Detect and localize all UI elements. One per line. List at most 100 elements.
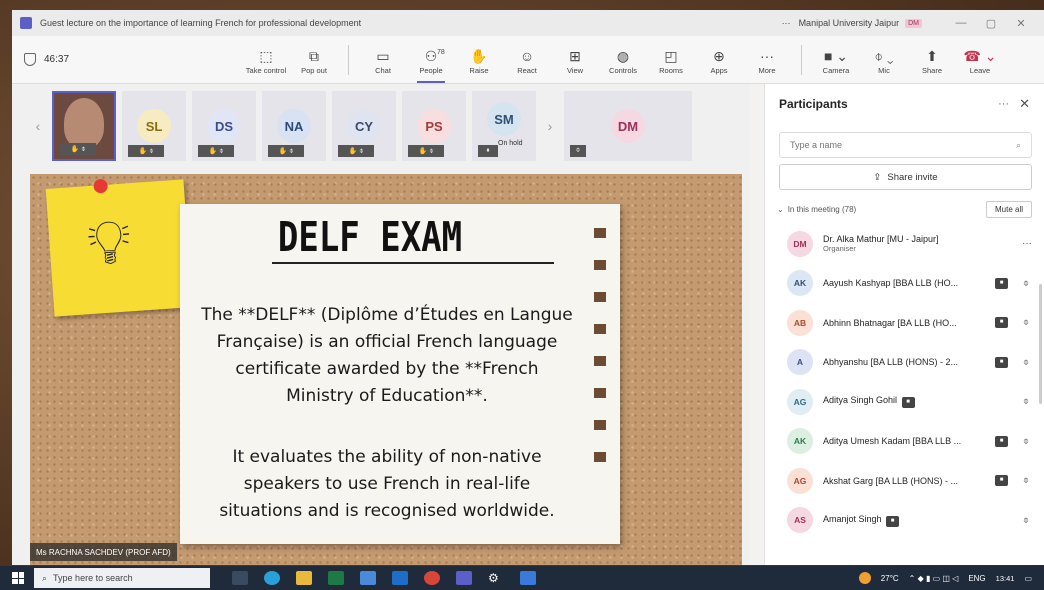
maximize-button[interactable]: ▢ [976, 17, 1006, 30]
panel-scrollbar[interactable] [1039, 284, 1042, 404]
participant-name: Aditya Umesh Kadam [BBA LLB ... [823, 436, 962, 447]
share-invite-icon: ⇪ [873, 171, 882, 183]
camera-button[interactable]: ■ ⌄ Camera [814, 46, 858, 75]
chevron-down-icon[interactable]: ⌄ [777, 205, 784, 214]
edge-icon[interactable] [264, 571, 280, 585]
react-label: React [517, 65, 537, 75]
participant-row[interactable]: AG Akshat Garg [BA LLB (HONS) - ... ■ ⌽ [765, 461, 1044, 501]
panel-more-icon[interactable]: ··· [998, 98, 1009, 110]
participant-row[interactable]: DM Dr. Alka Mathur [MU - Jaipur] Organis… [765, 224, 1044, 264]
hand-icon: ✋ [470, 47, 488, 64]
participant-avatar: DM [787, 230, 813, 257]
people-label: People [419, 65, 443, 75]
participant-avatar: AG [787, 388, 813, 415]
self-video-tile[interactable]: ✋ ⌽ [52, 91, 116, 161]
paper-holes [594, 228, 606, 462]
share-invite-button[interactable]: ⇪ Share invite [779, 164, 1032, 190]
store-icon[interactable] [520, 571, 536, 585]
weather-icon[interactable] [858, 572, 871, 584]
more-options-icon[interactable]: ··· [782, 18, 791, 28]
participant-name-text: Amanjot Singh [823, 513, 882, 524]
participant-name: Akshat Garg [BA LLB (HONS) - ... [823, 475, 959, 486]
participant-row[interactable]: A Abhyanshu [BA LLB (HONS) - 2... ■ ⌽ [765, 343, 1044, 383]
camera-off-icon: ■ [995, 435, 1008, 447]
taskbar-apps: ⚙ [232, 571, 536, 585]
mic-button[interactable]: ⌽ ⌄ Mic [862, 46, 906, 75]
in-meeting-label[interactable]: In this meeting (78) [788, 205, 986, 214]
leave-label: Leave [969, 65, 991, 75]
participant-search[interactable]: ⌕ [779, 132, 1032, 158]
toolbar-divider [348, 44, 349, 75]
rooms-icon: ◰ [664, 47, 678, 64]
people-icon: ⚇ [424, 47, 438, 64]
mic-off-icon: ⌽ [1023, 396, 1029, 408]
participant-more-icon[interactable]: ··· [1022, 238, 1032, 249]
raise-hand-button[interactable]: ✋ Raise [457, 46, 501, 75]
participant-row[interactable]: AK Aayush Kashyap [BBA LLB (HO... ■ ⌽ [765, 264, 1044, 304]
participant-row[interactable]: AK Aditya Umesh Kadam [BBA LLB ... ■ ⌽ [765, 422, 1044, 462]
panel-title: Participants [779, 97, 848, 111]
participant-name: Abhyanshu [BA LLB (HONS) - 2... [823, 357, 959, 368]
close-icon[interactable]: ✕ [1019, 96, 1030, 112]
teams-window: Guest lecture on the importance of learn… [12, 10, 1044, 565]
strip-next-icon[interactable]: › [542, 118, 558, 134]
settings-icon[interactable]: ⚙ [488, 571, 504, 585]
mic-off-icon: ⌽ [1023, 514, 1029, 526]
language-indicator[interactable]: ENG [968, 574, 985, 583]
people-button[interactable]: ⚇ 78 People [409, 46, 453, 83]
participant-row[interactable]: AS Amanjot Singh ■ ⌽ [765, 501, 1044, 541]
file-explorer-icon[interactable] [296, 571, 312, 585]
rooms-button[interactable]: ◰ Rooms [649, 46, 693, 75]
taskbar-search[interactable]: ⌕ Type here to search [34, 568, 210, 588]
excel-icon[interactable] [328, 571, 344, 585]
windows-taskbar: ⌕ Type here to search ⚙ 27°C ⌃ ◆ ▮ ▭ ◫ ◁… [0, 566, 1044, 590]
task-view-icon[interactable] [232, 571, 248, 585]
photos-icon[interactable] [360, 571, 376, 585]
take-control-button[interactable]: ⬚ Take control [244, 46, 288, 75]
account-avatar[interactable]: DM [905, 18, 922, 28]
strip-prev-icon[interactable]: ‹ [30, 118, 46, 134]
start-icon[interactable] [12, 572, 24, 584]
tray-icons[interactable]: ⌃ ◆ ▮ ▭ ◫ ◁ [909, 574, 959, 583]
outlook-icon[interactable] [392, 571, 408, 585]
people-count: 78 [437, 48, 445, 56]
participant-tile[interactable]: SM ⏸ On hold [472, 91, 536, 161]
teams-logo-icon [20, 17, 32, 29]
camera-off-icon: ■ [995, 317, 1008, 329]
participant-tile[interactable]: DS ✋ ⌽ [192, 91, 256, 161]
minimize-button[interactable]: — [946, 17, 976, 29]
camera-off-icon: ■ [995, 356, 1008, 368]
view-button[interactable]: ⊞ View [553, 46, 597, 75]
tile-status: ✋ ⌽ [408, 145, 444, 157]
participant-name: Abhinn Bhatnagar [BA LLB (HO... [823, 317, 957, 328]
share-button[interactable]: ⬆ Share [910, 46, 954, 75]
participant-name: Dr. Alka Mathur [MU - Jaipur] [823, 234, 939, 245]
chat-button[interactable]: ▭ Chat [361, 46, 405, 75]
chrome-icon[interactable] [424, 571, 440, 585]
participant-name: Aditya Singh Gohil ■ [823, 395, 1020, 409]
notification-icon[interactable]: ▭ [1024, 574, 1032, 583]
raise-label: Raise [469, 65, 489, 75]
search-input[interactable] [790, 140, 1016, 150]
teams-icon[interactable] [456, 571, 472, 585]
apps-button[interactable]: ⊕ Apps [697, 46, 741, 75]
participant-tile[interactable]: SL ✋ ⌽ [122, 91, 186, 161]
participant-row[interactable]: AB Abhinn Bhatnagar [BA LLB (HO... ■ ⌽ [765, 303, 1044, 343]
participant-tile[interactable]: NA ✋ ⌽ [262, 91, 326, 161]
featured-participant-tile[interactable]: DM ⌽ [564, 91, 692, 161]
participant-tile[interactable]: PS ✋ ⌽ [402, 91, 466, 161]
leave-button[interactable]: ☎ ⌄ Leave [958, 46, 1002, 75]
react-button[interactable]: ☺ React [505, 46, 549, 75]
participant-avatar: AG [787, 467, 813, 494]
participant-avatar: SL [137, 109, 171, 143]
temperature[interactable]: 27°C [881, 574, 899, 583]
mute-all-button[interactable]: Mute all [985, 200, 1032, 218]
tile-status: ✋ ⌽ [60, 143, 96, 155]
pop-out-button[interactable]: ⧉ Pop out [292, 46, 336, 75]
more-button[interactable]: ··· More [745, 46, 789, 75]
clock[interactable]: 13:41 [996, 574, 1015, 583]
participant-tile[interactable]: CY ✋ ⌽ [332, 91, 396, 161]
close-window-button[interactable]: ✕ [1006, 17, 1036, 30]
controls-button[interactable]: ◍ Controls [601, 46, 645, 75]
participant-row[interactable]: AG Aditya Singh Gohil ■ ⌽ [765, 382, 1044, 422]
